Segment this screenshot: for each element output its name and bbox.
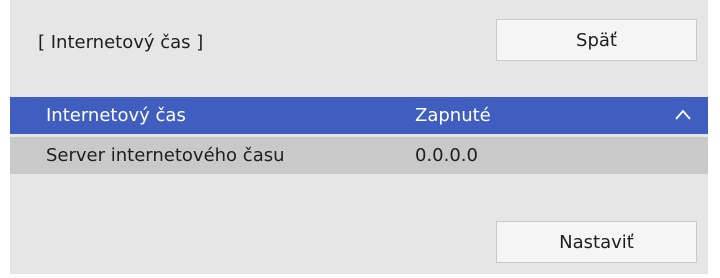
time-server-label: Server internetového času (46, 145, 285, 166)
chevron-up-icon[interactable] (674, 108, 692, 122)
internet-time-value: Zapnuté (415, 105, 491, 126)
breadcrumb: [ Internetový čas ] (38, 32, 204, 53)
internet-time-row[interactable]: Internetový čas Zapnuté (10, 97, 708, 134)
time-server-value: 0.0.0.0 (415, 145, 478, 166)
set-button[interactable]: Nastaviť (496, 221, 697, 263)
time-server-row[interactable]: Server internetového času 0.0.0.0 (10, 137, 708, 174)
internet-time-label: Internetový čas (46, 105, 186, 126)
back-button[interactable]: Späť (496, 19, 697, 61)
